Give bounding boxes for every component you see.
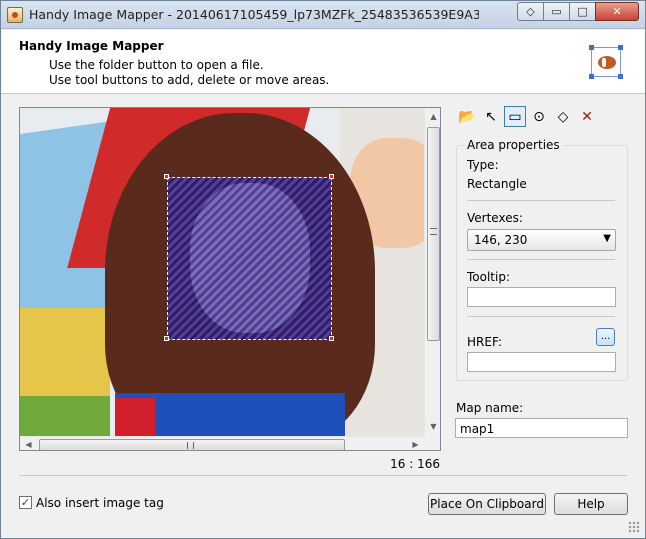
delete-area-button[interactable]: ✕ bbox=[576, 106, 598, 127]
circle-tool-button[interactable]: ⊙ bbox=[528, 106, 550, 127]
close-icon: ✕ bbox=[612, 5, 622, 18]
href-label: HREF: bbox=[467, 335, 502, 349]
tooltip-label: Tooltip: bbox=[467, 270, 511, 284]
scroll-left-icon[interactable]: ◀ bbox=[21, 437, 36, 450]
vertex-handle[interactable] bbox=[164, 336, 169, 341]
delete-icon: ✕ bbox=[581, 108, 593, 125]
instructions-header: Handy Image Mapper Use the folder button… bbox=[1, 30, 645, 94]
href-input[interactable] bbox=[467, 352, 616, 372]
vertex-handle[interactable] bbox=[329, 174, 334, 179]
also-insert-image-label[interactable]: Also insert image tag bbox=[36, 496, 164, 510]
restore-icon: ◇ bbox=[526, 5, 535, 18]
maximize-button[interactable]: □ bbox=[569, 2, 596, 21]
rectangle-tool-button[interactable]: ▭ bbox=[504, 106, 526, 127]
vertexes-label: Vertexes: bbox=[467, 211, 523, 225]
horizontal-scrollbar[interactable]: ◀ ▶ bbox=[20, 436, 424, 450]
header-instruction-2: Use tool buttons to add, delete or move … bbox=[49, 73, 330, 87]
rectangle-map-area[interactable] bbox=[167, 177, 332, 340]
title-bar[interactable]: Handy Image Mapper - 20140617105459_lp73… bbox=[1, 1, 645, 29]
close-button[interactable]: ✕ bbox=[595, 2, 639, 21]
minimize-icon: ▭ bbox=[551, 5, 562, 18]
map-name-input[interactable]: map1 bbox=[455, 418, 628, 438]
app-icon bbox=[7, 7, 23, 23]
horizontal-scroll-thumb[interactable] bbox=[39, 439, 345, 450]
vertex-handle[interactable] bbox=[164, 174, 169, 179]
restore-button[interactable]: ◇ bbox=[517, 2, 544, 21]
app-logo-icon bbox=[589, 45, 623, 79]
tool-buttons: 📂 ↖ ▭ ⊙ ◇ ✕ bbox=[456, 106, 600, 128]
select-pointer-button[interactable]: ↖ bbox=[480, 106, 502, 127]
area-properties-legend: Area properties bbox=[464, 138, 563, 152]
vertical-scrollbar[interactable]: ▲ ▼ bbox=[424, 108, 440, 436]
pointer-icon: ↖ bbox=[485, 108, 497, 125]
scroll-down-icon[interactable]: ▼ bbox=[426, 419, 440, 434]
href-browse-button[interactable]: ... bbox=[596, 328, 615, 346]
tooltip-input[interactable] bbox=[467, 287, 616, 307]
cursor-coordinates: 16 : 166 bbox=[390, 457, 440, 471]
polygon-icon: ◇ bbox=[557, 108, 569, 125]
circle-icon: ⊙ bbox=[533, 108, 545, 125]
window-controls: ◇ ▭ □ ✕ bbox=[517, 2, 639, 22]
image-canvas[interactable]: ▲ ▼ ◀ ▶ bbox=[19, 107, 441, 451]
polygon-tool-button[interactable]: ◇ bbox=[552, 106, 574, 127]
scroll-right-icon[interactable]: ▶ bbox=[408, 437, 423, 450]
place-on-clipboard-button[interactable]: Place On Clipboard bbox=[428, 493, 546, 515]
rectangle-icon: ▭ bbox=[508, 108, 522, 125]
help-button[interactable]: Help bbox=[554, 493, 628, 515]
type-value: Rectangle bbox=[467, 177, 527, 191]
vertexes-dropdown[interactable]: 146, 230 ▼ bbox=[467, 229, 616, 251]
vertexes-selected-value: 146, 230 bbox=[474, 233, 528, 247]
scroll-up-icon[interactable]: ▲ bbox=[426, 109, 440, 124]
vertical-scroll-thumb[interactable] bbox=[427, 127, 440, 341]
minimize-button[interactable]: ▭ bbox=[543, 2, 570, 21]
map-name-label: Map name: bbox=[456, 401, 524, 415]
header-instruction-1: Use the folder button to open a file. bbox=[49, 58, 264, 72]
folder-icon: 📂 bbox=[458, 108, 476, 125]
header-title: Handy Image Mapper bbox=[19, 39, 164, 53]
loaded-photo[interactable] bbox=[20, 108, 424, 436]
also-insert-image-checkbox[interactable]: ✓ bbox=[19, 496, 32, 509]
type-label: Type: bbox=[467, 158, 499, 172]
window-title: Handy Image Mapper - 20140617105459_lp73… bbox=[29, 7, 479, 22]
open-folder-button[interactable]: 📂 bbox=[456, 106, 478, 127]
vertex-handle[interactable] bbox=[329, 336, 334, 341]
maximize-icon: □ bbox=[577, 5, 588, 18]
resize-grip-icon[interactable] bbox=[628, 521, 640, 533]
chevron-down-icon: ▼ bbox=[603, 233, 611, 244]
